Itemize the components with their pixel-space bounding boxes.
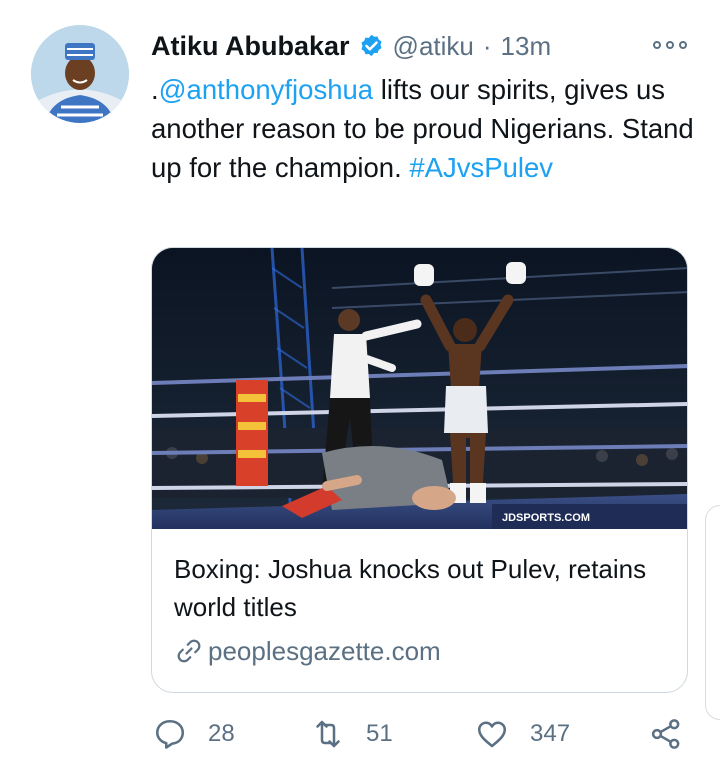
share-icon [651,719,680,749]
link-icon [177,639,201,663]
retweet-count: 51 [366,720,393,747]
reply-count: 28 [208,720,235,747]
card-domain: peoplesgazette.com [174,634,441,668]
more-dot [679,41,687,49]
hashtag-link[interactable]: #AJvsPulev [409,152,553,183]
like-button[interactable]: 347 [474,712,570,756]
author-name[interactable]: Atiku Abubakar [151,31,350,62]
more-options-icon[interactable] [653,34,687,56]
heart-icon [477,721,507,748]
link-card[interactable]: JDSPORTS.COM Boxing: Joshua knocks out P… [151,247,688,693]
tweet-text: .@anthonyfjoshua lifts our spirits, give… [151,70,706,187]
reply-button[interactable]: 28 [152,712,235,756]
mention-link[interactable]: @anthonyfjoshua [159,74,373,105]
verified-badge-icon [361,34,382,56]
separator-dot: · [482,30,492,61]
tweet-actions: 28 51 347 [152,712,692,756]
like-count: 347 [530,720,571,747]
ringside-text: JDSPORTS.COM [502,512,590,524]
floating-panel-edge[interactable] [705,505,720,720]
boxing-photo: JDSPORTS.COM [152,248,687,530]
card-image[interactable]: JDSPORTS.COM [152,248,687,530]
reply-icon [155,719,185,749]
retweet-button[interactable]: 51 [310,712,393,756]
card-domain-text: peoplesgazette.com [208,635,441,666]
retweet-icon [316,720,340,748]
share-button[interactable] [648,712,684,756]
tweet[interactable]: Atiku Abubakar @atiku · 13m .@anthonyfjo… [0,0,720,774]
timestamp[interactable]: 13m [501,31,552,62]
more-dot [666,41,674,49]
avatar-image [31,25,129,123]
text-prefix: . [151,74,159,105]
avatar[interactable] [31,25,129,123]
card-title[interactable]: Boxing: Joshua knocks out Pulev, retains… [174,550,664,626]
tweet-header: Atiku Abubakar @atiku · 13m [151,28,551,64]
more-dot [653,41,661,49]
author-handle[interactable]: @atiku [393,31,474,62]
